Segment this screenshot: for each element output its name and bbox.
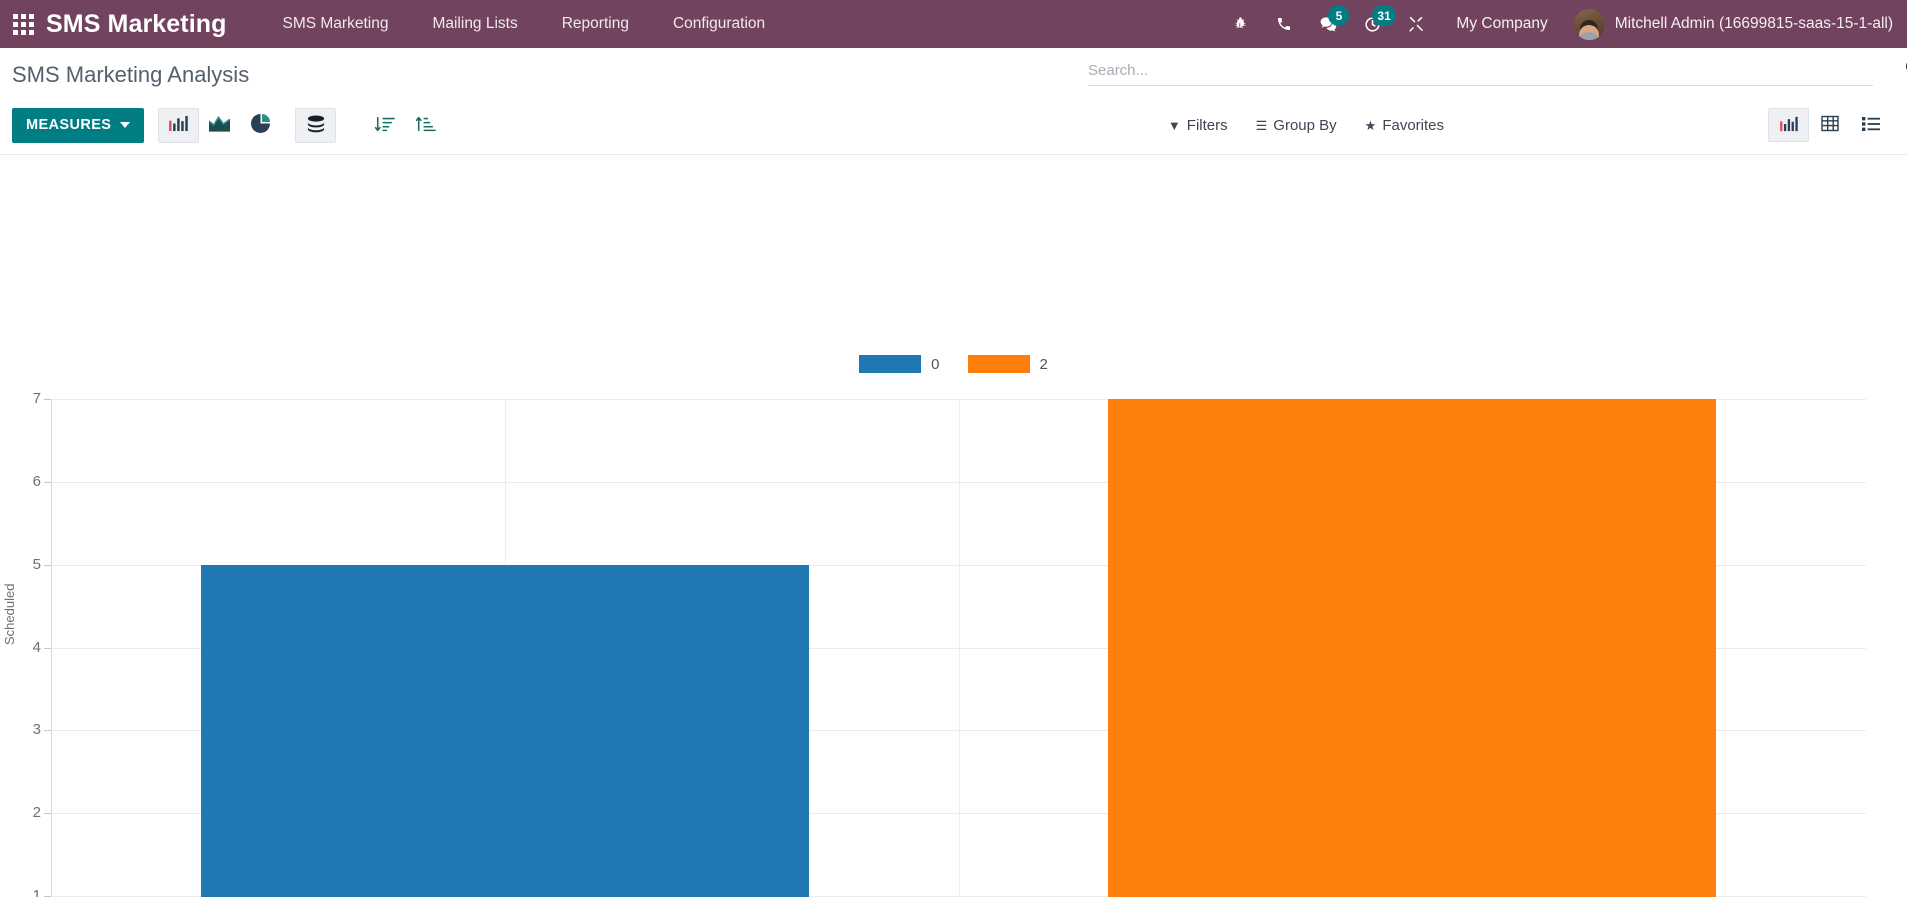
control-panel: SMS Marketing Analysis MEASURES <box>0 48 1907 155</box>
pivot-view-button[interactable] <box>1809 108 1850 142</box>
sort-ascending-button[interactable] <box>405 108 446 143</box>
pivot-view-icon <box>1820 115 1839 135</box>
line-chart-icon <box>208 115 231 135</box>
navbar-right-tools: 5 31 My Company Mitchell Admin (16699815… <box>1218 0 1893 48</box>
y-axis-tick-mark <box>44 813 51 815</box>
filter-caret-icon: ▼ <box>1167 117 1181 133</box>
activities-badge: 31 <box>1372 5 1396 26</box>
bar-chart-button[interactable] <box>158 107 200 143</box>
chart-bar[interactable] <box>1108 399 1717 897</box>
y-axis-tick-mark <box>44 730 51 732</box>
favorites-label: Favorites <box>1382 116 1444 134</box>
legend-label-1: 2 <box>1039 355 1048 373</box>
menu-item-reporting[interactable]: Reporting <box>540 0 651 48</box>
group-by-dropdown[interactable]: ☰ Group By <box>1242 117 1351 134</box>
legend-item-1[interactable]: 2 <box>967 355 1048 373</box>
y-axis-tick-label: 4 <box>32 638 41 656</box>
user-menu[interactable]: Mitchell Admin (16699815-saas-15-1-all) <box>1566 8 1893 40</box>
menu-item-configuration[interactable]: Configuration <box>651 0 787 48</box>
avatar <box>1573 8 1605 40</box>
sort-button-group <box>364 108 446 143</box>
legend-swatch-blue <box>859 355 922 373</box>
graph-view: 0 2 Scheduled 01234567 Mass Mail Extra P… <box>0 155 1907 897</box>
legend-label-0: 0 <box>931 355 940 373</box>
y-axis-title: Scheduled <box>2 583 17 645</box>
control-panel-top-row: SMS Marketing Analysis <box>0 48 1907 100</box>
graph-view-icon <box>1779 116 1798 135</box>
chart-bar[interactable] <box>200 564 809 897</box>
apps-menu-button[interactable] <box>0 0 46 48</box>
control-panel-right: ▼ Filters ☰ Group By ★ Favorites <box>1154 108 1891 142</box>
search-view[interactable] <box>1088 62 1907 86</box>
main-menu: SMS Marketing Mailing Lists Reporting Co… <box>261 0 788 48</box>
developer-tools-icon <box>1409 16 1424 33</box>
top-navbar: SMS Marketing SMS Marketing Mailing List… <box>0 0 1907 48</box>
chart-legend: 0 2 <box>0 355 1907 373</box>
bug-icon <box>1235 16 1246 28</box>
chart-type-button-group <box>158 107 281 143</box>
y-axis-tick-label: 2 <box>32 804 41 822</box>
search-input[interactable] <box>1088 62 1873 79</box>
menu-item-mailing-lists[interactable]: Mailing Lists <box>410 0 539 48</box>
star-icon: ★ <box>1364 117 1377 133</box>
group-by-label: Group By <box>1273 116 1337 134</box>
pie-chart-icon <box>251 114 271 136</box>
activities-button[interactable]: 31 <box>1350 0 1396 48</box>
phone-icon <box>1278 18 1291 30</box>
messages-badge: 5 <box>1328 5 1350 26</box>
group-by-lines-icon: ☰ <box>1255 117 1268 133</box>
stacked-database-icon <box>306 115 326 136</box>
line-chart-button[interactable] <box>199 108 240 143</box>
graph-view-button[interactable] <box>1768 108 1809 142</box>
y-axis-tick-mark <box>44 564 51 566</box>
view-switcher <box>1768 108 1891 142</box>
sort-ascending-icon <box>415 115 436 136</box>
app-brand-title[interactable]: SMS Marketing <box>46 10 227 39</box>
sort-descending-icon <box>374 115 395 136</box>
page-title: SMS Marketing Analysis <box>12 62 250 87</box>
filters-dropdown[interactable]: ▼ Filters <box>1154 117 1242 134</box>
grid-apps-icon <box>12 13 34 35</box>
control-panel-bottom-row: MEASURES ▼ Filters ☰ Group By ★ Favorite… <box>0 100 1907 154</box>
company-switcher[interactable]: My Company <box>1438 15 1565 33</box>
measures-button[interactable]: MEASURES <box>12 107 145 143</box>
debug-button[interactable] <box>1218 0 1262 48</box>
y-axis-tick-label: 5 <box>32 555 41 573</box>
chevron-down-icon <box>120 122 131 128</box>
sort-descending-button[interactable] <box>364 108 405 143</box>
voip-phone-button[interactable] <box>1262 0 1306 48</box>
x-gridline <box>958 399 960 897</box>
legend-item-0[interactable]: 0 <box>859 355 940 373</box>
chart-plot-area: 01234567 <box>33 390 1866 897</box>
developer-tools-button[interactable] <box>1394 0 1438 48</box>
list-view-button[interactable] <box>1850 108 1891 142</box>
menu-item-sms-marketing[interactable]: SMS Marketing <box>261 0 411 48</box>
y-axis-tick-mark <box>44 399 51 400</box>
y-axis-tick-mark <box>44 481 51 483</box>
legend-swatch-orange <box>967 355 1030 373</box>
y-axis-tick-label: 7 <box>32 390 41 407</box>
messages-button[interactable]: 5 <box>1306 0 1350 48</box>
stacked-button[interactable] <box>295 107 337 143</box>
favorites-dropdown[interactable]: ★ Favorites <box>1351 117 1458 134</box>
measures-label: MEASURES <box>26 117 112 133</box>
y-axis-tick-mark <box>44 647 51 649</box>
y-axis-tick-label: 1 <box>32 887 41 897</box>
filters-label: Filters <box>1186 116 1228 134</box>
y-axis-tick-label: 3 <box>32 721 41 739</box>
pie-chart-button[interactable] <box>240 108 281 143</box>
search-options: ▼ Filters ☰ Group By ★ Favorites <box>1154 117 1458 134</box>
list-view-icon <box>1861 116 1880 135</box>
bar-chart-icon <box>169 115 189 135</box>
y-axis-tick-label: 6 <box>32 472 41 490</box>
user-name-label: Mitchell Admin (16699815-saas-15-1-all) <box>1614 15 1893 32</box>
